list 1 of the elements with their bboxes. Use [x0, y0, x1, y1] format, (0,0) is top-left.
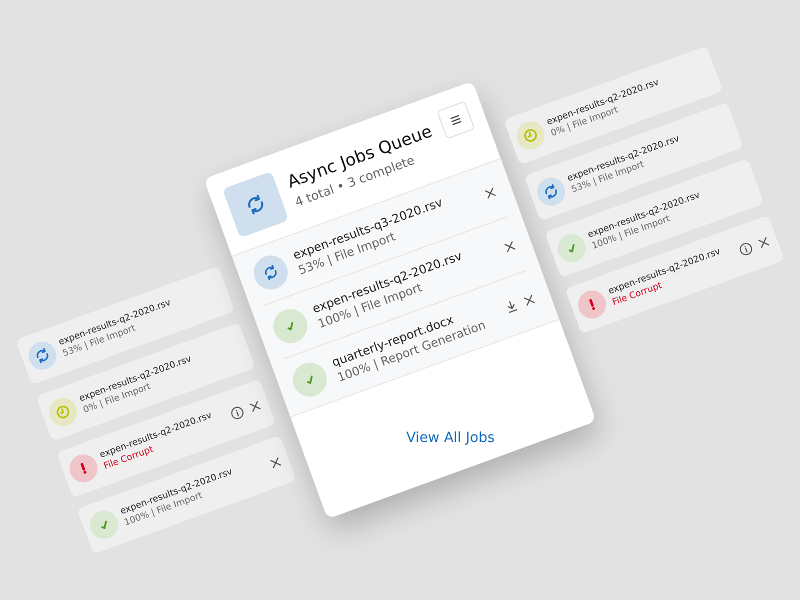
view-all-jobs-link[interactable]: View All Jobs [406, 430, 494, 446]
